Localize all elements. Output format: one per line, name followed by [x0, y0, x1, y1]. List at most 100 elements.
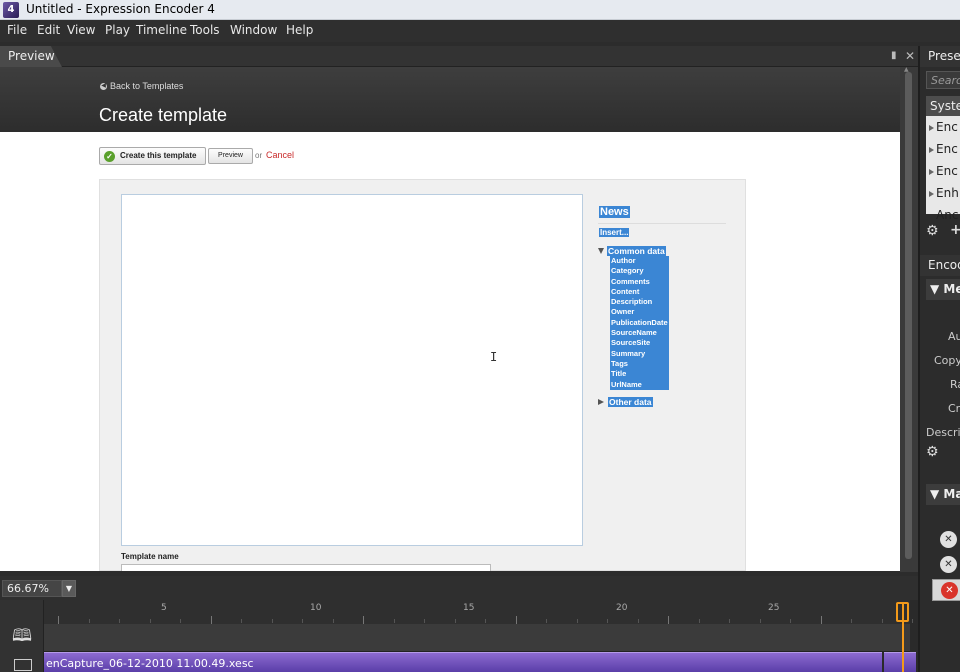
menu-edit[interactable]: Edit: [37, 23, 60, 37]
menu-tools[interactable]: Tools: [190, 23, 220, 37]
close-icon[interactable]: ✕: [905, 49, 915, 63]
gear-icon[interactable]: ⚙: [926, 444, 939, 460]
ruler-tick: [668, 616, 669, 624]
tab-preview[interactable]: Preview: [0, 46, 62, 67]
menu-window[interactable]: Window: [230, 23, 277, 37]
list-item-label: Enh: [936, 186, 959, 200]
remove-icon[interactable]: ✕: [940, 556, 957, 573]
ruler-tick: [271, 619, 273, 623]
presets-tab[interactable]: Preset: [920, 46, 960, 67]
preview-scrollbar[interactable]: ▲: [900, 66, 918, 572]
ruler-tick: [851, 619, 852, 623]
text-cursor-icon: I: [490, 350, 498, 364]
ruler-tick: [210, 616, 212, 624]
preset-search-input[interactable]: Search: [926, 71, 960, 89]
create-template-button[interactable]: ✓ Create this template: [99, 147, 206, 165]
expand-right-icon: [598, 398, 604, 405]
metadata-group-label: Me: [943, 282, 960, 296]
field-publication-date[interactable]: PublicationDate: [610, 317, 669, 329]
list-item-label: Enc: [936, 142, 958, 156]
playhead-handle[interactable]: [896, 602, 909, 622]
field-source-site[interactable]: SourceSite: [610, 338, 669, 349]
template-name-input[interactable]: [121, 564, 491, 571]
list-item-label: Anc: [936, 208, 959, 222]
create-template-label: Create this template: [120, 151, 197, 160]
encode-tab[interactable]: Encod: [920, 255, 960, 276]
field-tags[interactable]: Tags: [610, 358, 669, 370]
back-to-templates-link[interactable]: ◀ Back to Templates: [100, 81, 183, 91]
ruler-label: 15: [463, 603, 475, 613]
metadata-label-rating: Ra: [950, 378, 960, 391]
remove-all-button[interactable]: ✕: [932, 579, 960, 601]
field-list: Author Category Comments Content Descrip…: [610, 256, 669, 390]
ruler-tick: [515, 616, 517, 624]
ruler-tick: [241, 619, 242, 623]
common-data-group[interactable]: Common data: [598, 243, 666, 257]
media-clip-end[interactable]: [884, 652, 916, 672]
chevron-down-icon[interactable]: ▼: [62, 580, 76, 597]
field-url-name[interactable]: UrlName: [610, 379, 669, 390]
menu-timeline[interactable]: Timeline: [136, 23, 187, 37]
collapse-icon: ▼: [930, 282, 944, 296]
other-data-group[interactable]: Other data: [598, 394, 653, 408]
timeline-track[interactable]: [44, 624, 910, 652]
template-editor[interactable]: [121, 194, 583, 546]
list-item-label: Enc: [936, 164, 958, 178]
field-category[interactable]: Category: [610, 266, 669, 277]
menu-bar: File Edit View Play Timeline Tools Windo…: [0, 20, 960, 42]
field-title[interactable]: Title: [610, 369, 669, 380]
book-icon[interactable]: 🕮: [10, 628, 34, 645]
field-author[interactable]: Author: [610, 256, 669, 267]
title-bar: 4 Untitled - Expression Encoder 4: [0, 0, 960, 20]
expand-arrow-icon: [929, 125, 934, 131]
list-item-label: Enc: [936, 120, 958, 134]
scrollbar-thumb[interactable]: [905, 72, 912, 559]
list-item[interactable]: Enc: [926, 139, 960, 161]
ruler-tick: [912, 619, 913, 623]
menu-play[interactable]: Play: [105, 23, 130, 37]
fields-panel-title: News: [599, 206, 630, 218]
media-clip[interactable]: enCapture_06-12-2010 11.00.49.xesc: [44, 652, 882, 672]
field-summary[interactable]: Summary: [610, 348, 669, 359]
preview-button[interactable]: Preview: [208, 148, 253, 164]
field-comments[interactable]: Comments: [610, 276, 669, 287]
field-owner[interactable]: Owner: [610, 307, 669, 318]
menu-help[interactable]: Help: [286, 23, 313, 37]
timeline-ruler[interactable]: 5 10 15 20 25: [44, 600, 913, 624]
ruler-tick: [180, 619, 181, 623]
page-title: Create template: [99, 105, 228, 125]
expand-arrow-icon: [929, 169, 934, 175]
field-content[interactable]: Content: [610, 286, 669, 298]
clip-name: enCapture_06-12-2010 11.00.49.xesc: [46, 657, 254, 670]
remove-icon[interactable]: ✕: [940, 531, 957, 548]
film-strip-icon[interactable]: [14, 659, 32, 671]
markers-group-header[interactable]: ▼ Ma: [926, 484, 960, 505]
divider: [598, 223, 726, 224]
list-item[interactable]: Enc: [926, 161, 960, 183]
ruler-tick: [790, 619, 791, 623]
list-item[interactable]: Enh: [926, 183, 960, 205]
list-item[interactable]: Enc: [926, 117, 960, 139]
ruler-tick: [393, 619, 395, 623]
ruler-tick: [729, 619, 730, 623]
cancel-link[interactable]: Cancel: [266, 150, 294, 160]
ruler-label: 20: [616, 603, 628, 613]
gear-icon[interactable]: ⚙: [926, 223, 939, 239]
metadata-group-header[interactable]: ▼ Me: [926, 279, 960, 300]
back-link-label: Back to Templates: [110, 81, 184, 91]
or-text: or: [255, 151, 263, 160]
zoom-bar: 66.67% ▼: [0, 576, 918, 600]
markers-group-label: Ma: [943, 487, 960, 501]
system-presets-header[interactable]: System: [926, 96, 960, 116]
insert-link[interactable]: Insert...: [599, 228, 630, 237]
field-description[interactable]: Description: [610, 297, 669, 308]
ruler-tick: [607, 619, 608, 623]
preset-list: Enc Enc Enc Enh Anc: [926, 116, 960, 222]
ruler-tick: [485, 619, 486, 623]
pin-icon[interactable]: ▮: [891, 50, 899, 62]
zoom-level-input[interactable]: 66.67%: [2, 580, 62, 597]
menu-view[interactable]: View: [67, 23, 95, 37]
menu-file[interactable]: File: [7, 23, 27, 37]
field-source-name[interactable]: SourceName: [610, 328, 669, 339]
plus-icon[interactable]: +: [950, 222, 960, 238]
